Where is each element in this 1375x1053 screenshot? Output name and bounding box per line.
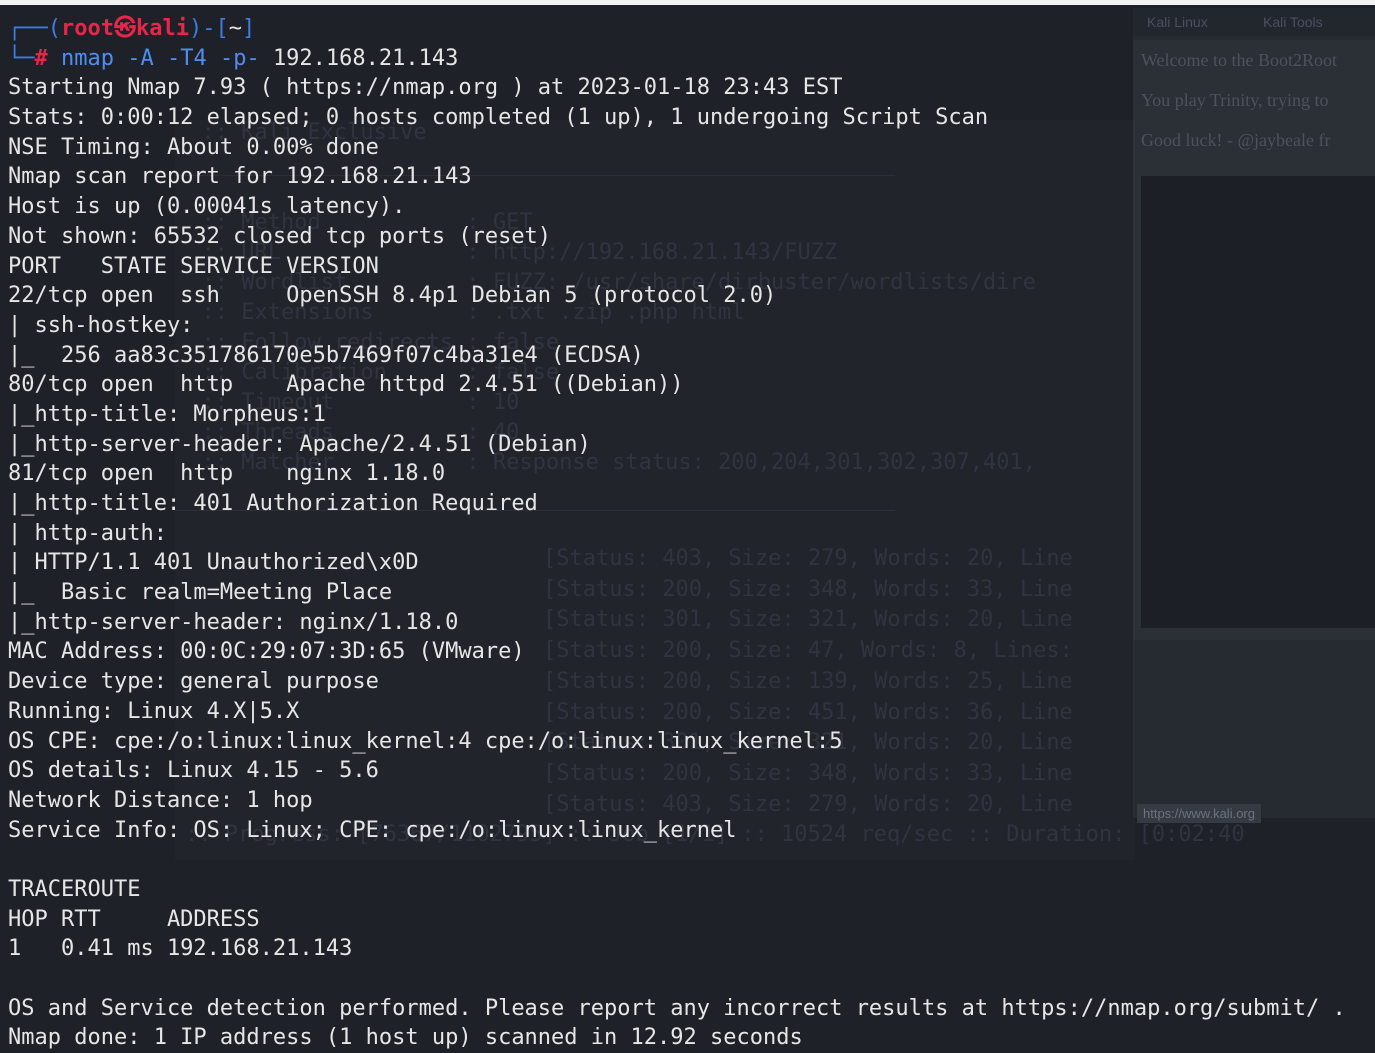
output-line: OS and Service detection performed. Plea… [8, 995, 1346, 1021]
output-line: NSE Timing: About 0.00% done [8, 134, 379, 160]
output-line: PORT STATE SERVICE VERSION [8, 253, 379, 279]
output-line: |_http-server-header: Apache/2.4.51 (Deb… [8, 431, 591, 457]
output-line: | ssh-hostkey: [8, 312, 207, 338]
prompt-at-icon: ㉿ [113, 16, 136, 41]
output-line: 80/tcp open http Apache httpd 2.4.51 ((D… [8, 372, 684, 398]
scan-output: Starting Nmap 7.93 ( https://nmap.org ) … [8, 73, 1368, 1053]
terminal-output: ┌──(root㉿kali)-[~] └─# nmap -A -T4 -p- 1… [8, 14, 1368, 1053]
output-line: Host is up (0.00041s latency). [8, 194, 406, 220]
output-line: OS CPE: cpe:/o:linux:linux_kernel:4 cpe:… [8, 728, 843, 754]
output-line: TRACEROUTE [8, 876, 141, 902]
output-line: Stats: 0:00:12 elapsed; 0 hosts complete… [8, 105, 989, 131]
output-line: Nmap done: 1 IP address (1 host up) scan… [8, 1025, 803, 1051]
output-line: |_http-title: 401 Authorization Required [8, 491, 538, 516]
output-line: Service Info: OS: Linux; CPE: cpe:/o:lin… [8, 817, 737, 843]
prompt-corner: └─ [8, 45, 35, 71]
prompt-hash: # [34, 45, 48, 71]
prompt-separator: )-[ [188, 16, 229, 41]
prompt-bracket: ] [241, 16, 256, 41]
output-line: Network Distance: 1 hop [8, 787, 313, 813]
output-line: |_http-server-header: nginx/1.18.0 [8, 609, 459, 635]
command-name: nmap [61, 45, 114, 71]
prompt-corner: ┌──( [8, 16, 61, 41]
output-line: OS details: Linux 4.15 - 5.6 [8, 758, 379, 784]
output-line: Not shown: 65532 closed tcp ports (reset… [8, 223, 552, 249]
output-line: 1 0.41 ms 192.168.21.143 [8, 936, 353, 962]
command-target: 192.168.21.143 [272, 45, 459, 71]
prompt-line-2: └─# nmap -A -T4 -p- 192.168.21.143 [8, 44, 1368, 74]
output-line: Starting Nmap 7.93 ( https://nmap.org ) … [8, 75, 843, 101]
output-line: Nmap scan report for 192.168.21.143 [8, 164, 472, 190]
output-line: | http-auth: [8, 520, 181, 546]
prompt-directory: ~ [228, 16, 242, 41]
output-line: |_ Basic realm=Meeting Place [8, 580, 393, 606]
output-line: |_ 256 aa83c351786170e5b7469f07c4ba31e4 … [8, 342, 644, 368]
output-line: Running: Linux 4.X|5.X [8, 698, 300, 724]
top-edge [0, 0, 1375, 5]
output-line: | HTTP/1.1 401 Unauthorized\x0D [8, 550, 419, 576]
terminal-window[interactable]: Kali Linux Kali Tools Welcome to the Boo… [0, 0, 1375, 1050]
prompt-line-1: ┌──(root㉿kali)-[~] [8, 14, 1368, 44]
prompt-host: kali [135, 16, 189, 41]
prompt-user: root [60, 16, 114, 41]
output-line: 22/tcp open ssh OpenSSH 8.4p1 Debian 5 (… [8, 283, 777, 309]
command-flags: -A -T4 -p- [127, 45, 260, 71]
output-line: MAC Address: 00:0C:29:07:3D:65 (VMware) [8, 639, 525, 665]
output-line: Device type: general purpose [8, 669, 379, 695]
output-line: |_http-title: Morpheus:1 [8, 401, 326, 427]
output-line: HOP RTT ADDRESS [8, 906, 260, 932]
output-line: 81/tcp open http nginx 1.18.0 [8, 461, 446, 487]
